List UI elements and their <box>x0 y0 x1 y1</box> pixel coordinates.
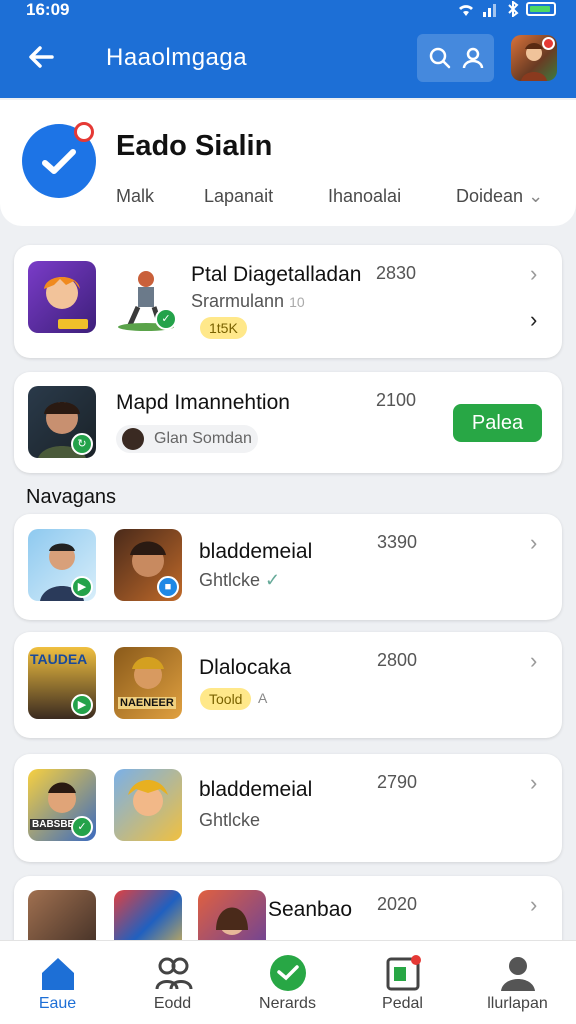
verified-badge-icon: ✓ <box>155 308 177 330</box>
bottom-nav: Eaue Eodd Nerards Pedal llurlapan <box>0 940 576 1024</box>
nav-profile[interactable]: llurlapan <box>460 941 575 1024</box>
game-thumbnail-2 <box>114 769 182 841</box>
chevron-down-icon: ⌄ <box>528 186 544 206</box>
hero-portrait-icon <box>128 780 168 816</box>
card-title: Ptal Diagetalladan <box>191 263 362 286</box>
nav-news[interactable]: Pedal <box>345 941 460 1024</box>
refresh-badge-icon: ↻ <box>71 433 93 455</box>
game-thumbnail: ▶ <box>28 529 96 601</box>
tab-doidean-label: Doidean <box>456 186 524 206</box>
item-title: Seanbao <box>268 898 353 921</box>
thumbnail-label: TAUDEA <box>30 651 88 667</box>
game-thumbnail: BABSBEE ✓ <box>28 769 96 841</box>
people-icon <box>155 957 193 990</box>
verified-badge-icon: ✓ <box>71 816 93 838</box>
check-circle-icon <box>270 955 306 991</box>
tab-malk[interactable]: Malk <box>116 186 154 207</box>
signal-icon <box>483 4 496 17</box>
chevron-right-icon[interactable]: › <box>530 307 537 333</box>
checkmark-icon <box>42 149 76 174</box>
card-subtitle-text: Srarmulann <box>191 291 285 311</box>
card-title: Mapd Imannehtion <box>116 391 290 414</box>
item-subtitle-text: Ghtlcke <box>199 570 261 590</box>
tab-lapanait[interactable]: Lapanait <box>204 186 273 207</box>
list-item[interactable]: TAUDEA ▶ NAENEER Dlalocaka Toold A 2800 … <box>14 632 562 738</box>
game-thumbnail-2: NAENEER <box>114 647 182 719</box>
search-people-button[interactable] <box>417 34 494 82</box>
app-title: Haaolmgaga <box>106 44 248 71</box>
person-icon <box>501 957 535 991</box>
author-chip[interactable]: Glan Somdan <box>116 425 258 453</box>
tag-pill: 1t5K <box>200 317 247 339</box>
item-title: Dlalocaka <box>199 656 292 679</box>
list-item[interactable]: BABSBEE ✓ bladdemeial Ghtlcke 2790 › <box>14 754 562 862</box>
thumbnail-label: NAENEER <box>118 697 176 709</box>
card-count: 2830 <box>376 263 417 283</box>
chevron-right-icon[interactable]: › <box>530 770 537 796</box>
profile-tabs: Malk Lapanait Ihanoalai Doidean ⌄ <box>116 186 556 210</box>
nav-label: llurlapan <box>487 995 548 1012</box>
nav-rewards[interactable]: Nerards <box>230 941 345 1024</box>
item-count: 3390 <box>377 532 418 552</box>
nav-label: Eaue <box>38 995 77 1012</box>
battery-icon <box>526 2 556 16</box>
hero-portrait-icon <box>44 277 88 329</box>
game-thumbnail: ↻ <box>28 386 96 458</box>
verified-check-icon: ✓ <box>265 570 281 590</box>
profile-card: Eado Sialin Malk Lapanait Ihanoalai Doid… <box>0 100 576 226</box>
wifi-icon <box>459 5 473 17</box>
play-badge-icon: ▶ <box>71 576 93 598</box>
app-bar: 16:09 Haaolmgaga <box>0 0 576 98</box>
tab-doidean[interactable]: Doidean ⌄ <box>456 186 543 207</box>
game-card[interactable]: ✓ Ptal Diagetalladan Srarmulann 10 1t5K … <box>14 245 562 358</box>
chevron-right-icon[interactable]: › <box>530 648 537 674</box>
card-count: 2100 <box>376 390 417 410</box>
game-thumbnail-2: ■ <box>114 529 182 601</box>
card-subtitle: Srarmulann 10 <box>191 291 305 312</box>
profile-name: Eado Sialin <box>116 130 273 162</box>
nav-label: Pedal <box>382 995 423 1012</box>
profile-logo[interactable] <box>22 122 96 198</box>
nav-friends[interactable]: Eodd <box>115 941 230 1024</box>
bluetooth-icon <box>508 1 519 17</box>
game-thumbnail-2: ✓ <box>112 261 180 333</box>
tag-extra: A <box>258 690 268 706</box>
status-time: 16:09 <box>26 0 70 19</box>
section-title: Navagans <box>26 486 117 508</box>
item-count: 2020 <box>377 894 418 914</box>
chevron-right-icon[interactable]: › <box>530 261 537 287</box>
newspaper-icon <box>386 955 421 991</box>
game-thumbnail <box>28 261 96 333</box>
search-icon <box>429 47 450 69</box>
game-thumbnail: TAUDEA ▶ <box>28 647 96 719</box>
list-item[interactable]: ▶ ■ bladdemeial Ghtlcke ✓ 3390 › <box>14 514 562 620</box>
bookmark-badge-icon: ■ <box>157 576 179 598</box>
person-icon <box>462 47 483 69</box>
nav-label: Nerards <box>259 995 316 1012</box>
tab-ihanoalai[interactable]: Ihanoalai <box>328 186 401 207</box>
author-name: Glan Somdan <box>154 430 252 447</box>
play-badge-icon: ▶ <box>71 694 93 716</box>
chevron-right-icon[interactable]: › <box>530 530 537 556</box>
item-subtitle: Ghtlcke ✓ <box>199 570 280 591</box>
user-avatar[interactable] <box>511 35 557 81</box>
item-title: bladdemeial <box>199 540 313 563</box>
chevron-right-icon[interactable]: › <box>530 892 537 918</box>
tag-pill: Toold <box>200 688 252 710</box>
nav-home[interactable]: Eaue <box>0 941 115 1024</box>
back-arrow-icon[interactable] <box>24 40 58 74</box>
notification-dot <box>542 37 555 50</box>
logo-badge <box>74 122 94 142</box>
card-subtitle-extra: 10 <box>289 294 305 310</box>
play-button[interactable]: Palea <box>453 404 542 442</box>
status-bar: 16:09 <box>0 0 576 22</box>
item-subtitle: Ghtlcke <box>199 810 261 830</box>
nav-label: Eodd <box>153 995 192 1012</box>
item-title: bladdemeial <box>199 778 313 801</box>
home-icon <box>42 958 74 990</box>
item-count: 2800 <box>377 650 418 670</box>
author-avatar <box>122 428 144 450</box>
status-icons <box>456 1 556 17</box>
item-count: 2790 <box>377 772 418 792</box>
